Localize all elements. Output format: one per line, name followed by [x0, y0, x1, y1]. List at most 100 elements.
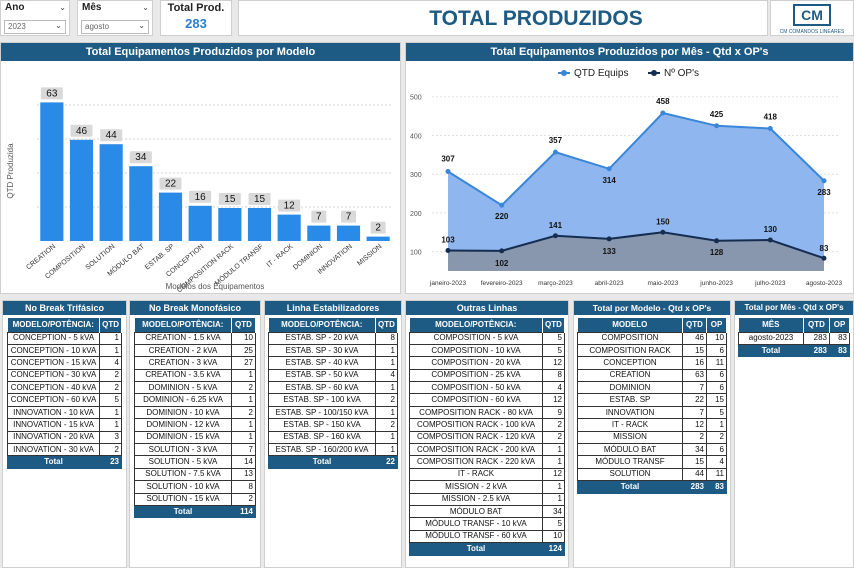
row-value: 1	[706, 418, 727, 432]
table-row: DOMINION - 15 kVA 1	[134, 430, 256, 445]
bar	[158, 192, 183, 241]
table-row: COMPOSITION - 50 kVA 4	[409, 381, 565, 395]
row-label: MÓDULO BAT	[409, 504, 543, 519]
table-row: ESTAB. SP - 40 kVA 1	[268, 356, 398, 370]
table-row: CREATION - 3 kVA 27	[134, 356, 256, 370]
total-value: 124	[542, 542, 565, 556]
table-row: SOLUTION - 5 kVA 14	[134, 455, 256, 469]
data-point	[499, 248, 505, 254]
row-value: 12	[682, 418, 707, 432]
row-label: INNOVATION - 30 kVA	[6, 442, 101, 457]
column-header[interactable]: QTD	[231, 318, 256, 332]
row-value: 1	[231, 393, 256, 407]
row-label: MÓDULO TRANSF - 10 kVA	[409, 517, 543, 531]
x-tick-label: maio-2023	[647, 280, 678, 287]
x-tick-label: março-2023	[538, 280, 573, 287]
data-point	[445, 168, 451, 174]
column-header[interactable]: OP	[706, 318, 727, 332]
bar-chart-title: Total Equipamentos Produzidos por Modelo	[1, 43, 400, 61]
column-header[interactable]: MÊS	[738, 318, 804, 332]
row-value: 1	[231, 430, 256, 445]
column-header[interactable]: MODELO/POTÊNCIA:	[7, 318, 101, 332]
total-value: 283	[682, 480, 707, 494]
table-row: INNOVATION - 20 kVA 3	[6, 430, 122, 445]
column-header[interactable]: MODELO/POTÊNCIA:	[268, 318, 376, 332]
chevron-down-icon[interactable]: ⌄	[142, 3, 149, 12]
row-value: 7	[682, 381, 707, 395]
column-header[interactable]: QTD	[99, 318, 122, 332]
data-point	[445, 247, 451, 253]
table-header-row: MODELO/POTÊNCIA: QTD	[268, 318, 398, 332]
y-tick-label: 300	[410, 172, 422, 179]
table-row: CONCEPTION - 60 kVA 5	[6, 393, 122, 407]
row-value: 63	[682, 368, 707, 383]
table-row: INNOVATION - 10 kVA 1	[6, 405, 122, 420]
row-label: DOMINION - 10 kVA	[134, 405, 232, 420]
table-row: MÓDULO TRANSF - 10 kVA 5	[409, 517, 565, 531]
row-value: 2	[99, 368, 122, 383]
row-label: INNOVATION - 15 kVA	[6, 418, 101, 432]
column-header[interactable]: MODELO/POTÊNCIA:	[134, 318, 232, 332]
table-row: COMPOSITION - 60 kVA 12	[409, 393, 565, 407]
mes-filter[interactable]: Mês ⌄ agosto ⌄	[77, 0, 153, 36]
table-row: ESTAB. SP - 20 kVA 8	[268, 331, 398, 345]
row-label: COMPOSITION RACK - 100 kVA	[409, 418, 543, 432]
table-row: ESTAB. SP - 50 kVA 4	[268, 368, 398, 383]
total-label: Total	[738, 343, 804, 358]
line-chart-panel: Total Equipamentos Produzidos por Mês - …	[405, 42, 854, 294]
data-label: 458	[656, 97, 670, 106]
row-value: 2	[231, 381, 256, 395]
y-tick-label: 200	[410, 211, 422, 218]
total-label: Total	[6, 455, 101, 469]
table-header-row: MODELO/POTÊNCIA: QTD	[7, 318, 122, 332]
row-label: CREATION - 1.5 kVA	[134, 331, 232, 345]
bar	[69, 139, 94, 241]
table-header-row: MÊS QTD OP	[738, 318, 850, 332]
ano-select[interactable]: 2023 ⌄	[4, 20, 66, 34]
table-row: ESTAB. SP - 100/150 kVA 1	[268, 405, 398, 420]
data-table: MODELO/POTÊNCIA: QTD COMPOSITION - 5 kVA 5 C…	[409, 318, 565, 556]
data-point	[606, 236, 612, 242]
row-label: CONCEPTION	[577, 356, 683, 370]
column-header[interactable]: QTD	[542, 318, 565, 332]
row-value: 16	[682, 356, 707, 370]
total-row: Total 114	[134, 504, 256, 519]
column-header[interactable]: QTD	[682, 318, 707, 332]
ano-filter[interactable]: Ano ⌄ 2023 ⌄	[0, 0, 70, 36]
data-label: 2	[375, 223, 381, 234]
column-header[interactable]: OP	[829, 318, 850, 332]
row-value: 1	[542, 492, 565, 506]
mes-filter-label: Mês	[82, 2, 102, 13]
kpi-label: Total Prod.	[167, 2, 225, 14]
column-header[interactable]: MODELO	[577, 318, 683, 332]
table-title: No Break Monofásico	[130, 301, 260, 315]
data-label: 357	[549, 136, 563, 145]
row-value: 1	[231, 368, 256, 383]
mes-select[interactable]: agosto ⌄	[81, 20, 149, 34]
row-value: 8	[542, 368, 565, 383]
table-row: COMPOSITION RACK - 100 kVA 2	[409, 418, 565, 432]
column-header[interactable]: QTD	[803, 318, 830, 332]
row-value: 10	[231, 331, 256, 345]
table-row: INNOVATION - 30 kVA 2	[6, 442, 122, 457]
row-value: 7	[682, 405, 707, 420]
table-row: SOLUTION - 7.5 kVA 13	[134, 467, 256, 482]
row-label: CONCEPTION - 15 kVA	[6, 356, 101, 370]
x-tick-label: janeiro-2023	[429, 280, 467, 287]
row-label: ESTAB. SP - 160 kVA	[268, 430, 376, 445]
data-point	[714, 123, 720, 129]
column-header[interactable]: MODELO/POTÊNCIA:	[409, 318, 543, 332]
row-label: MISSION	[577, 430, 683, 445]
table-row: MISSION - 2.5 kVA 1	[409, 492, 565, 506]
chevron-down-icon[interactable]: ⌄	[59, 3, 66, 12]
bar-chart-panel: Total Equipamentos Produzidos por Modelo…	[0, 42, 401, 294]
column-header[interactable]: QTD	[375, 318, 398, 332]
table-row: MÓDULO TRANSF - 60 kVA 10	[409, 529, 565, 544]
bar	[99, 144, 123, 241]
row-label: CREATION	[577, 368, 683, 383]
table-header-row: MODELO/POTÊNCIA: QTD	[409, 318, 565, 332]
row-label: ESTAB. SP - 100/150 kVA	[268, 405, 376, 420]
chevron-down-icon: ⌄	[138, 21, 145, 30]
row-value: 283	[803, 331, 830, 345]
row-value: 2	[542, 430, 565, 445]
